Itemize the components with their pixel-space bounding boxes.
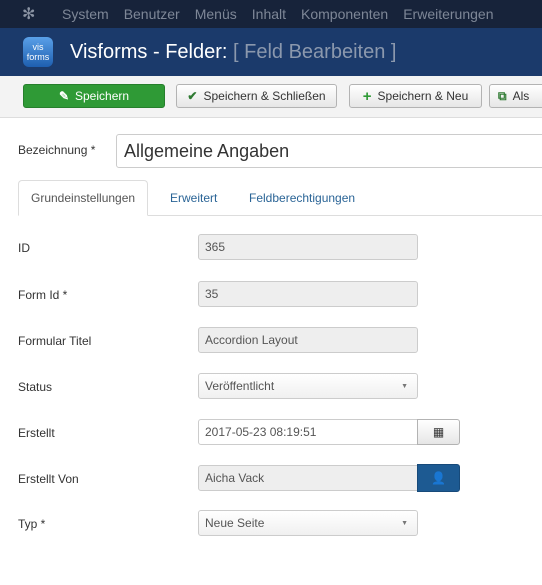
- check-icon: ✔: [187, 89, 198, 103]
- created-date-input[interactable]: 2017-05-23 08:19:51: [198, 419, 418, 445]
- tab-erweitert[interactable]: Erweitert: [170, 180, 217, 216]
- page-header: vis forms Visforms - Felder: [ Feld Bearb…: [0, 28, 542, 76]
- menu-erweiterungen[interactable]: Erweiterungen: [403, 6, 493, 22]
- user-icon: 👤: [431, 471, 446, 485]
- save-button[interactable]: ✎ Speichern: [23, 84, 165, 108]
- edit-icon: ✎: [58, 89, 69, 103]
- copy-icon: ⧉: [498, 88, 507, 103]
- type-select[interactable]: Neue Seite: [198, 510, 418, 536]
- menu-komponenten[interactable]: Komponenten: [301, 6, 388, 22]
- menu-inhalt[interactable]: Inhalt: [252, 6, 286, 22]
- page-title: Visforms - Felder: [ Feld Bearbeiten ]: [70, 40, 397, 63]
- top-menu-bar: ✻ System Benutzer Menüs Inhalt Komponent…: [0, 0, 542, 28]
- visforms-logo: vis forms: [23, 37, 53, 67]
- id-label: ID: [18, 241, 30, 255]
- calendar-icon: ▦: [432, 425, 445, 439]
- menu-system[interactable]: System: [62, 6, 109, 22]
- status-label: Status: [18, 380, 53, 394]
- type-label: Typ *: [18, 517, 46, 531]
- joomla-logo-icon[interactable]: ✻: [22, 4, 42, 24]
- status-select[interactable]: Veröffentlicht: [198, 373, 418, 399]
- form-title-field: Accordion Layout: [198, 327, 418, 353]
- id-field: 365: [198, 234, 418, 260]
- plus-icon: +: [362, 87, 372, 105]
- calendar-button[interactable]: ▦: [417, 419, 460, 445]
- created-by-field: Aicha Vack: [198, 465, 418, 491]
- title-label: Bezeichnung *: [18, 143, 96, 157]
- form-title-label: Formular Titel: [18, 334, 92, 348]
- save-close-button[interactable]: ✔ Speichern & Schließen: [176, 84, 337, 108]
- created-label: Erstellt: [18, 426, 55, 440]
- form-id-field: 35: [198, 281, 418, 307]
- form-id-label: Form Id *: [18, 288, 68, 302]
- menu-menus[interactable]: Menüs: [195, 6, 237, 22]
- save-as-copy-button[interactable]: ⧉ Als: [489, 84, 542, 108]
- save-new-button[interactable]: + Speichern & Neu: [349, 84, 482, 108]
- menu-benutzer[interactable]: Benutzer: [124, 6, 180, 22]
- select-user-button[interactable]: 👤: [417, 464, 460, 492]
- title-input[interactable]: Allgemeine Angaben: [116, 134, 542, 168]
- tab-grundeinstellungen[interactable]: Grundeinstellungen: [18, 180, 149, 216]
- tab-bar: Grundeinstellungen Erweitert Feldberecht…: [18, 180, 542, 216]
- created-by-label: Erstellt Von: [18, 472, 79, 486]
- tab-feldberechtigungen[interactable]: Feldberechtigungen: [249, 180, 355, 216]
- toolbar: ✎ Speichern ✔ Speichern & Schließen + Speic…: [0, 76, 542, 118]
